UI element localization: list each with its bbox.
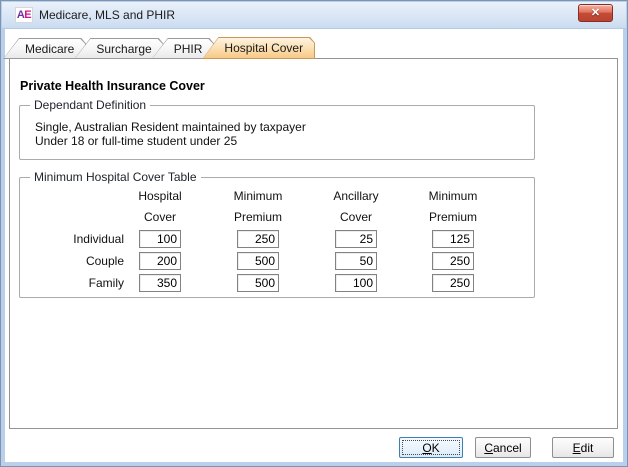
- row-label-family: Family: [20, 276, 124, 290]
- couple-ancillary-minimum-premium-field[interactable]: [432, 252, 474, 270]
- individual-ancillary-cover-field[interactable]: [335, 230, 377, 248]
- ok-button[interactable]: OK: [399, 437, 463, 458]
- edit-button[interactable]: Edit: [552, 437, 614, 458]
- column-header: Hospital: [115, 189, 205, 203]
- window-title: Medicare, MLS and PHIR: [39, 8, 175, 22]
- tab-strip: Medicare Surcharge PHIR Hospital Cover: [15, 37, 315, 59]
- minimum-hospital-cover-table-groupbox: Minimum Hospital Cover Table Hospital Mi…: [19, 177, 535, 298]
- tab-surcharge[interactable]: Surcharge: [74, 38, 163, 59]
- individual-ancillary-minimum-premium-field[interactable]: [432, 230, 474, 248]
- ae-app-icon: AE: [15, 7, 33, 23]
- family-ancillary-cover-field[interactable]: [335, 274, 377, 292]
- cancel-button[interactable]: Cancel: [475, 437, 531, 458]
- column-header: Minimum: [408, 189, 498, 203]
- title-bar: AE Medicare, MLS and PHIR ✕: [2, 2, 626, 29]
- column-header: Premium: [213, 210, 303, 224]
- dialog-window: AE Medicare, MLS and PHIR ✕ Medicare Sur…: [0, 0, 628, 467]
- couple-minimum-premium-field[interactable]: [237, 252, 279, 270]
- family-minimum-premium-field[interactable]: [237, 274, 279, 292]
- dependant-definition-line: Single, Australian Resident maintained b…: [35, 120, 306, 134]
- close-icon: ✕: [591, 7, 600, 19]
- row-label-individual: Individual: [20, 232, 124, 246]
- close-button[interactable]: ✕: [578, 4, 613, 22]
- groupbox-caption: Dependant Definition: [30, 98, 150, 112]
- family-hospital-cover-field[interactable]: [139, 274, 181, 292]
- family-ancillary-minimum-premium-field[interactable]: [432, 274, 474, 292]
- individual-minimum-premium-field[interactable]: [237, 230, 279, 248]
- tab-hospital-cover[interactable]: Hospital Cover: [202, 37, 315, 59]
- groupbox-caption: Minimum Hospital Cover Table: [30, 170, 201, 184]
- dialog-client-area: Medicare Surcharge PHIR Hospital Cover P…: [5, 29, 623, 462]
- column-header: Premium: [408, 210, 498, 224]
- tab-page-hospital-cover: Private Health Insurance Cover Dependant…: [9, 58, 618, 429]
- row-label-couple: Couple: [20, 254, 124, 268]
- individual-hospital-cover-field[interactable]: [139, 230, 181, 248]
- column-header: Cover: [311, 210, 401, 224]
- couple-ancillary-cover-field[interactable]: [335, 252, 377, 270]
- dependant-definition-groupbox: Dependant Definition Single, Australian …: [19, 105, 535, 160]
- couple-hospital-cover-field[interactable]: [139, 252, 181, 270]
- dependant-definition-line: Under 18 or full-time student under 25: [35, 134, 237, 148]
- page-title: Private Health Insurance Cover: [20, 79, 205, 93]
- column-header: Minimum: [213, 189, 303, 203]
- column-header: Cover: [115, 210, 205, 224]
- column-header: Ancillary: [311, 189, 401, 203]
